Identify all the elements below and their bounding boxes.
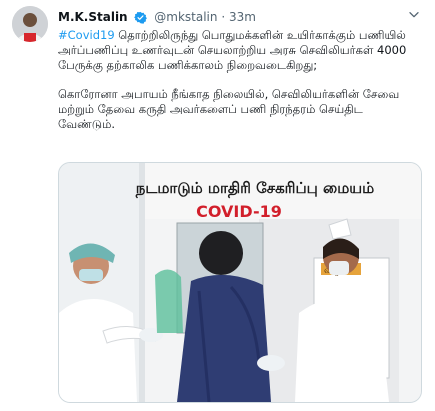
- avatar[interactable]: [12, 6, 48, 42]
- tweet-paragraph-1: #Covid19 தொற்றிலிருந்து பொதுமக்களின் உயி…: [58, 28, 418, 73]
- more-options-icon[interactable]: [403, 6, 425, 28]
- author-handle[interactable]: @mkstalin: [154, 10, 217, 24]
- tweet-card[interactable]: M.K.Stalin @mkstalin · 33m #Covid19 தொற்…: [0, 0, 435, 411]
- covid-label: COVID-19: [196, 202, 282, 221]
- tweet-header: M.K.Stalin @mkstalin · 33m: [58, 8, 425, 26]
- tweet-paragraph-2: கொரோனா அபாயம் நீங்காத நிலையில், செவிலியர…: [58, 87, 400, 131]
- van-sign-text: நடமாடும் மாதிரி சேகரிப்பு மையம்: [135, 179, 374, 198]
- tweet-text: #Covid19 தொற்றிலிருந்து பொதுமக்களின் உயி…: [58, 28, 418, 132]
- hashtag-link[interactable]: #Covid19: [58, 28, 115, 42]
- avatar-image: [12, 6, 48, 42]
- tweet-timestamp[interactable]: 33m: [229, 10, 256, 24]
- photo-scene: விழ நடமாடும் மாதிரி சேகரிப்பு மையம் COVI…: [59, 163, 421, 402]
- author-name[interactable]: M.K.Stalin: [58, 10, 128, 24]
- verified-badge-icon: [134, 11, 148, 29]
- tweet-photo[interactable]: விழ நடமாடும் மாதிரி சேகரிப்பு மையம் COVI…: [58, 162, 422, 403]
- separator-dot: ·: [221, 10, 226, 24]
